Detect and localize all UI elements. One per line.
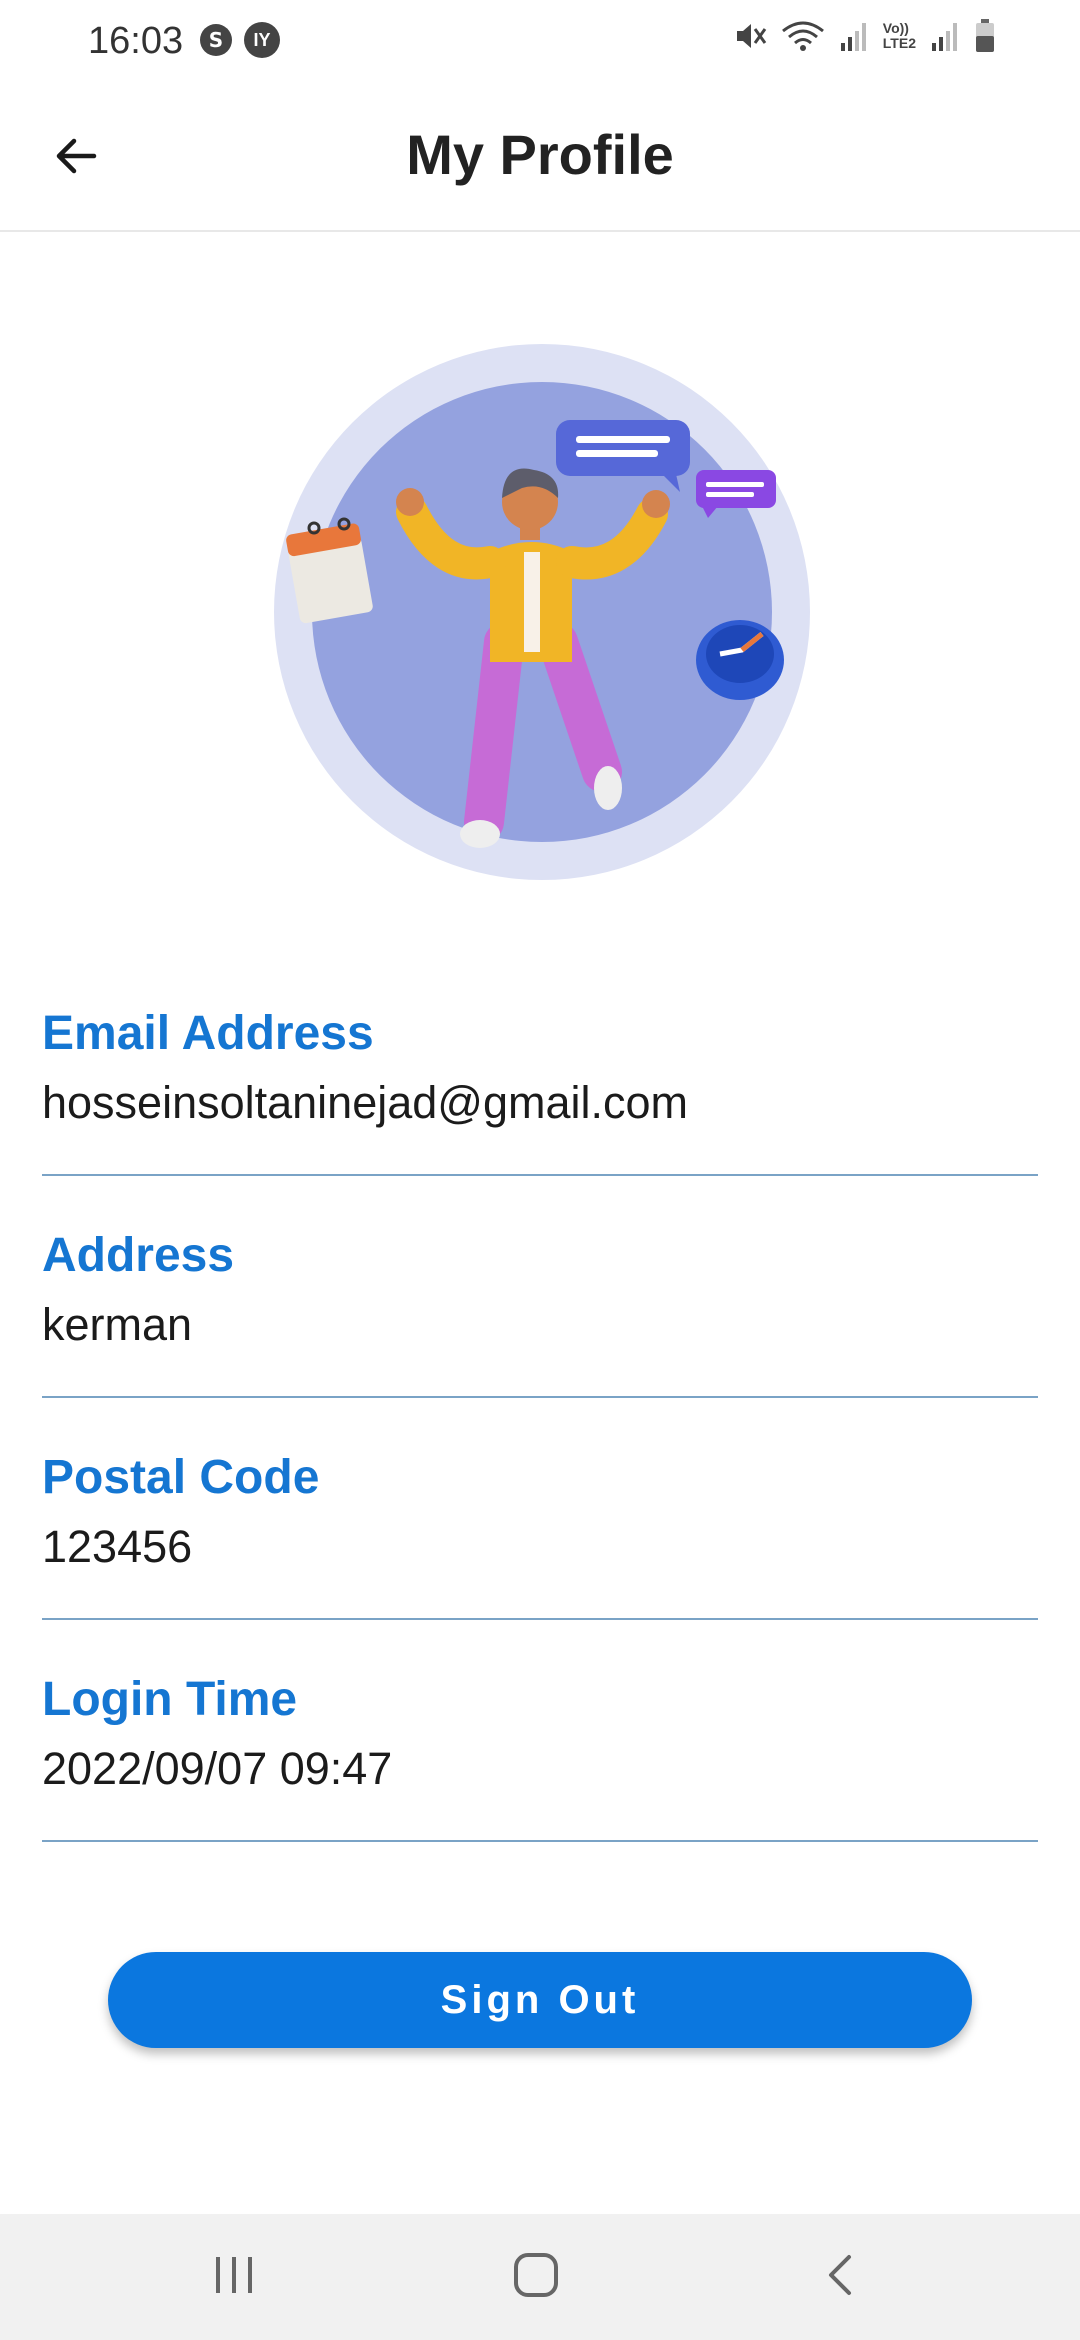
home-icon bbox=[513, 2252, 559, 2303]
battery-icon bbox=[974, 18, 996, 54]
signal-icon bbox=[839, 19, 869, 53]
svg-text:S: S bbox=[209, 28, 223, 52]
status-time: 16:03 bbox=[88, 20, 184, 62]
address-field: Address kerman bbox=[42, 1226, 1038, 1398]
volte-icon: Vo)) LTE2 bbox=[882, 20, 916, 51]
recents-button[interactable] bbox=[184, 2236, 284, 2318]
back-icon bbox=[825, 2253, 855, 2302]
iy-notification-icon: IY bbox=[244, 22, 280, 58]
page-title: My Profile bbox=[406, 123, 674, 186]
postal-code-label: Postal Code bbox=[42, 1451, 320, 1504]
address-label: Address bbox=[42, 1229, 235, 1282]
postal-code-field: Postal Code 123456 bbox=[42, 1448, 1038, 1620]
postal-code-value: 123456 bbox=[42, 1521, 193, 1572]
login-time-label: Login Time bbox=[42, 1673, 298, 1726]
nav-back-button[interactable] bbox=[790, 2236, 890, 2318]
wifi-icon bbox=[781, 19, 825, 53]
app-bar: My Profile bbox=[0, 84, 1080, 232]
sync-icon: S bbox=[198, 22, 234, 63]
login-time-value: 2022/09/07 09:47 bbox=[42, 1743, 393, 1794]
login-time-field: Login Time 2022/09/07 09:47 bbox=[42, 1670, 1038, 1842]
home-button[interactable] bbox=[486, 2236, 586, 2318]
mute-icon bbox=[733, 19, 767, 53]
address-value: kerman bbox=[42, 1299, 193, 1350]
email-value: hosseinsoltaninejad@gmail.com bbox=[42, 1077, 689, 1128]
email-field: Email Address hosseinsoltaninejad@gmail.… bbox=[42, 1004, 1038, 1176]
status-bar: 16:03 S IY Vo)) LTE2 bbox=[0, 0, 1080, 84]
signal-icon-2 bbox=[930, 19, 960, 53]
email-label: Email Address bbox=[42, 1007, 374, 1060]
sign-out-button[interactable]: Sign Out bbox=[108, 1952, 972, 2048]
profile-illustration bbox=[272, 342, 812, 882]
recents-icon bbox=[212, 2255, 256, 2300]
system-nav-bar bbox=[0, 2214, 1080, 2340]
